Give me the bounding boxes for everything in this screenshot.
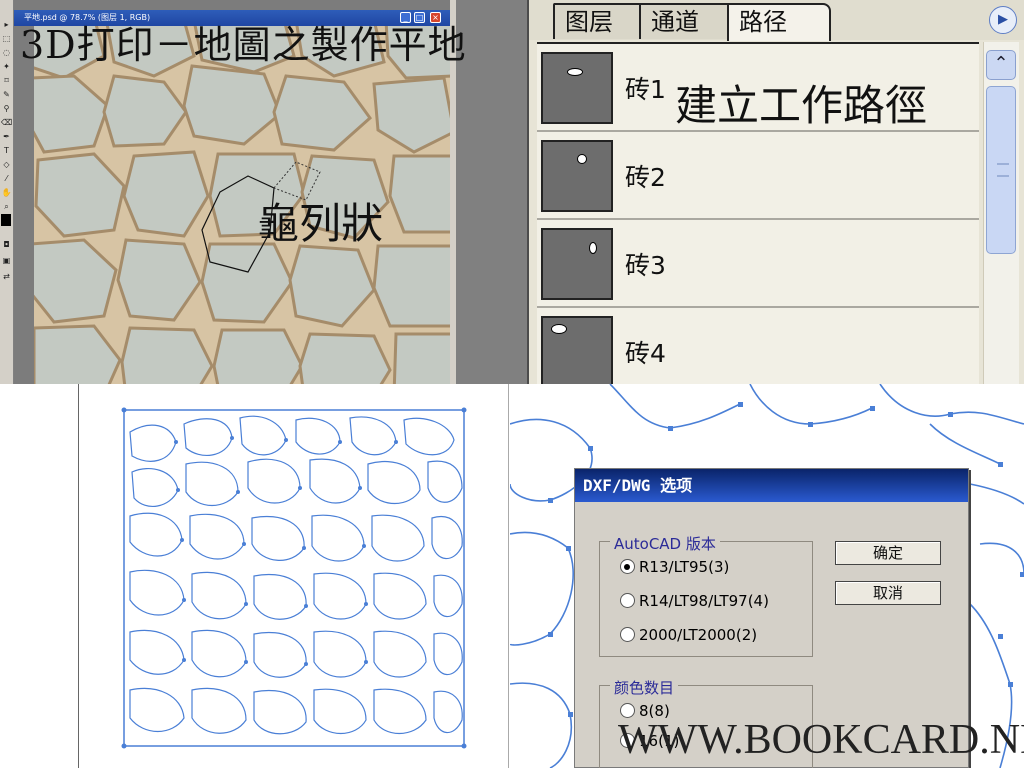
type-tool-icon[interactable]: T xyxy=(1,146,12,155)
panel-menu-icon[interactable]: ▶ xyxy=(989,6,1017,34)
path-name: 砖4 xyxy=(625,339,666,368)
path-name: 砖1 xyxy=(625,75,666,104)
magic-wand-tool-icon[interactable]: ✦ xyxy=(1,62,12,71)
autocad-version-label: AutoCAD 版本 xyxy=(610,533,720,554)
radio-r13[interactable]: R13/LT95(3) xyxy=(620,558,729,576)
tab-layers[interactable]: 图层 xyxy=(553,3,647,39)
path-thumbnail xyxy=(541,140,613,212)
zoom-tool-icon[interactable]: ⌕ xyxy=(1,202,12,211)
lasso-tool-icon[interactable]: ◌ xyxy=(1,48,12,57)
path-row[interactable]: 砖3 xyxy=(537,220,979,308)
quickmask-icon[interactable]: ◘ xyxy=(1,240,12,249)
scroll-thumb[interactable] xyxy=(986,86,1016,254)
path-row[interactable]: 砖4 xyxy=(537,308,979,396)
path-row[interactable]: 砖2 xyxy=(537,132,979,220)
path-name: 砖2 xyxy=(625,163,666,192)
path-thumbnail xyxy=(541,316,613,388)
color-count-label: 颜色数目 xyxy=(610,677,679,698)
tortoise-pattern-label: 龜列狀 xyxy=(257,199,384,248)
jump-imageready-icon[interactable]: ⇄ xyxy=(1,272,12,281)
website-watermark: WWW.BOOKCARD.NET xyxy=(618,717,1024,763)
scroll-grip-icon xyxy=(997,163,1009,177)
panel-scrollbar[interactable]: ⌃ xyxy=(983,42,1019,384)
ok-button[interactable]: 确定 xyxy=(835,541,941,565)
crop-tool-icon[interactable]: ⌑ xyxy=(1,76,12,85)
brush-tool-icon[interactable]: ✎ xyxy=(1,90,12,99)
stamp-tool-icon[interactable]: ⚲ xyxy=(1,104,12,113)
radio-r14[interactable]: R14/LT98/LT97(4) xyxy=(620,592,769,610)
tools-toolbar: ▸ ⬚ ◌ ✦ ⌑ ✎ ⚲ ⌫ ✒ T ◇ ⁄ ✋ ⌕ ◘ ▣ ⇄ xyxy=(0,0,14,384)
radio-2000[interactable]: 2000/LT2000(2) xyxy=(620,626,757,644)
foreground-color-swatch[interactable] xyxy=(1,214,11,226)
dialog-title: DXF/DWG 选项 xyxy=(575,469,968,502)
center-divider xyxy=(508,384,509,768)
screen-mode-icon[interactable]: ▣ xyxy=(1,256,12,265)
cancel-button[interactable]: 取消 xyxy=(835,581,941,605)
path-thumbnail xyxy=(541,52,613,124)
create-work-path-label: 建立工作路徑 xyxy=(675,81,928,130)
path-name: 砖3 xyxy=(625,251,666,280)
panel-tabbar: 图层 通道 路径 ▶ xyxy=(529,0,1024,41)
pen-tool-icon[interactable]: ✒ xyxy=(1,132,12,141)
path-thumbnail xyxy=(541,228,613,300)
hand-tool-icon[interactable]: ✋ xyxy=(1,188,12,197)
paths-panel: 图层 通道 路径 ▶ 砖1 砖2 砖3 砖4 ⌃ xyxy=(527,0,1024,388)
stone-path-outlines xyxy=(121,407,467,749)
stone-pavement-image xyxy=(26,14,456,384)
stone-texture-canvas[interactable] xyxy=(26,14,456,384)
tab-channels[interactable]: 通道 xyxy=(639,3,737,39)
move-tool-icon[interactable]: ▸ xyxy=(1,20,12,29)
autocad-version-group: AutoCAD 版本 R13/LT95(3) R14/LT98/LT97(4) … xyxy=(599,533,813,657)
left-margin-line xyxy=(78,384,79,768)
composite-slide: ▸ ⬚ ◌ ✦ ⌑ ✎ ⚲ ⌫ ✒ T ◇ ⁄ ✋ ⌕ ◘ ▣ ⇄ 平地.psd… xyxy=(0,0,1024,768)
shape-tool-icon[interactable]: ◇ xyxy=(1,160,12,169)
marquee-tool-icon[interactable]: ⬚ xyxy=(1,34,12,43)
eraser-tool-icon[interactable]: ⌫ xyxy=(1,118,12,127)
vector-paths-view xyxy=(0,384,510,768)
scroll-up-icon[interactable]: ⌃ xyxy=(986,50,1016,80)
slide-title: 3D打印－地圖之製作平地 xyxy=(20,23,467,67)
tab-paths[interactable]: 路径 xyxy=(727,3,831,41)
eyedropper-tool-icon[interactable]: ⁄ xyxy=(1,174,12,183)
